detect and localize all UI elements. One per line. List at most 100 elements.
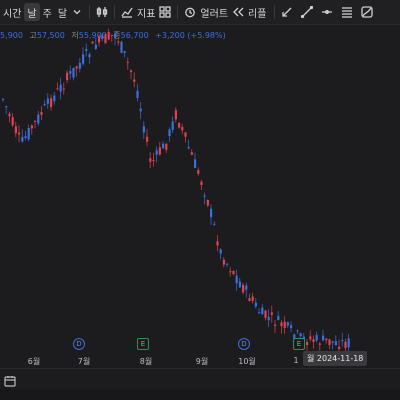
candle-body xyxy=(232,270,235,275)
crosshair-cursor-icon xyxy=(280,5,294,19)
candle-body xyxy=(158,147,161,155)
candle-body xyxy=(331,341,334,343)
candle-body xyxy=(184,132,187,137)
candle-body xyxy=(283,321,286,329)
earnings-event-badge[interactable]: E xyxy=(293,338,305,350)
x-axis-label: 8월 xyxy=(139,357,153,366)
candle-body xyxy=(309,336,312,340)
candle-body xyxy=(277,315,280,320)
top-toolbar: 시간 날 주 달 지표 얼러트 리플 xyxy=(0,0,400,25)
candle-body xyxy=(251,296,254,301)
indicators-button[interactable]: 지표 xyxy=(120,0,158,24)
candle-body xyxy=(286,322,289,326)
candle-body xyxy=(101,34,104,39)
candle-body xyxy=(261,307,264,315)
candle-body xyxy=(322,335,325,341)
candle-body xyxy=(114,33,117,38)
interval-week-button[interactable]: 주 xyxy=(40,0,55,24)
x-axis-label: 1 xyxy=(293,356,299,365)
candle-body xyxy=(88,54,91,58)
horizontal-ray-tool-button[interactable] xyxy=(320,0,334,24)
candle-body xyxy=(347,338,350,348)
layout-button[interactable] xyxy=(158,0,172,24)
toolbar-divider xyxy=(89,5,91,19)
candle-body xyxy=(229,271,232,273)
candle-body xyxy=(18,132,21,135)
interval-time-button[interactable]: 시간 xyxy=(0,0,24,24)
trendline-tool-button[interactable] xyxy=(300,0,314,24)
interval-day-button[interactable]: 날 xyxy=(24,0,40,24)
candle-body xyxy=(37,114,40,124)
brush-icon xyxy=(360,5,374,19)
candle-body xyxy=(82,54,85,64)
dividend-event-badge[interactable]: D xyxy=(238,338,250,350)
candle-body xyxy=(50,98,53,108)
candle-body xyxy=(75,66,78,69)
candle-body xyxy=(315,335,318,341)
indicator-chart-icon xyxy=(120,5,134,19)
candle-body xyxy=(14,126,17,134)
rewind-icon xyxy=(231,5,245,19)
candle-body xyxy=(78,62,81,69)
candle-body xyxy=(274,324,277,326)
cursor-tool-button[interactable] xyxy=(280,0,294,24)
candle-body xyxy=(107,31,110,40)
candle-body xyxy=(299,333,302,337)
chart-type-button[interactable] xyxy=(95,0,109,24)
candle-body xyxy=(53,95,56,102)
candle-body xyxy=(210,208,213,218)
candle-body xyxy=(178,122,181,128)
candle-body xyxy=(139,108,142,112)
date-range-button[interactable] xyxy=(4,372,16,387)
candle-body xyxy=(216,241,219,246)
candle-body xyxy=(69,71,72,74)
trendline-icon xyxy=(300,5,314,19)
brush-tool-button[interactable] xyxy=(360,0,374,24)
candle-body xyxy=(341,339,344,342)
candle-body xyxy=(238,281,241,288)
candle-body xyxy=(338,346,341,350)
candle-body xyxy=(197,170,200,174)
candle-body xyxy=(222,259,225,265)
candle-body xyxy=(200,181,203,185)
candle-body xyxy=(117,41,120,43)
x-axis-label: 10월 xyxy=(238,357,256,366)
candle-body xyxy=(123,51,126,53)
candle-body xyxy=(334,341,337,346)
grid-layout-icon xyxy=(158,5,172,19)
interval-dropdown[interactable] xyxy=(70,0,84,24)
interval-day-label: 날 xyxy=(24,3,40,21)
bottom-panel xyxy=(0,368,400,389)
candle-body xyxy=(235,275,238,284)
candle-body xyxy=(40,112,43,115)
x-axis-label: 6월 xyxy=(27,357,41,366)
candle-body xyxy=(162,143,165,149)
candle-body xyxy=(24,136,27,139)
dividend-event-badge[interactable]: D xyxy=(73,338,85,350)
candle-body xyxy=(85,49,88,51)
toolbar-divider xyxy=(274,5,276,19)
alert-button[interactable]: 얼러트 xyxy=(183,0,231,24)
toolbar-divider xyxy=(114,5,116,19)
candle-body xyxy=(165,143,168,150)
interval-month-button[interactable]: 달 xyxy=(55,0,70,24)
candle-body xyxy=(254,302,257,307)
earnings-event-badge[interactable]: E xyxy=(137,338,149,350)
x-axis-label: 9월 xyxy=(195,357,209,366)
candle-body xyxy=(174,110,177,120)
candle-body xyxy=(190,152,193,155)
candle-body xyxy=(94,44,97,49)
candle-body xyxy=(328,339,331,345)
candle-body xyxy=(34,120,37,122)
candle-body xyxy=(168,129,171,137)
candle-body xyxy=(46,98,49,104)
candle-body xyxy=(248,298,251,302)
candle-body xyxy=(155,150,158,155)
replay-button[interactable]: 리플 xyxy=(231,0,269,24)
chevron-down-icon xyxy=(70,5,84,19)
x-axis-label: 7월 xyxy=(77,357,91,366)
fib-tool-button[interactable] xyxy=(340,0,354,24)
candle-body xyxy=(194,159,197,168)
candle-body xyxy=(206,199,209,206)
price-chart[interactable] xyxy=(0,24,400,354)
